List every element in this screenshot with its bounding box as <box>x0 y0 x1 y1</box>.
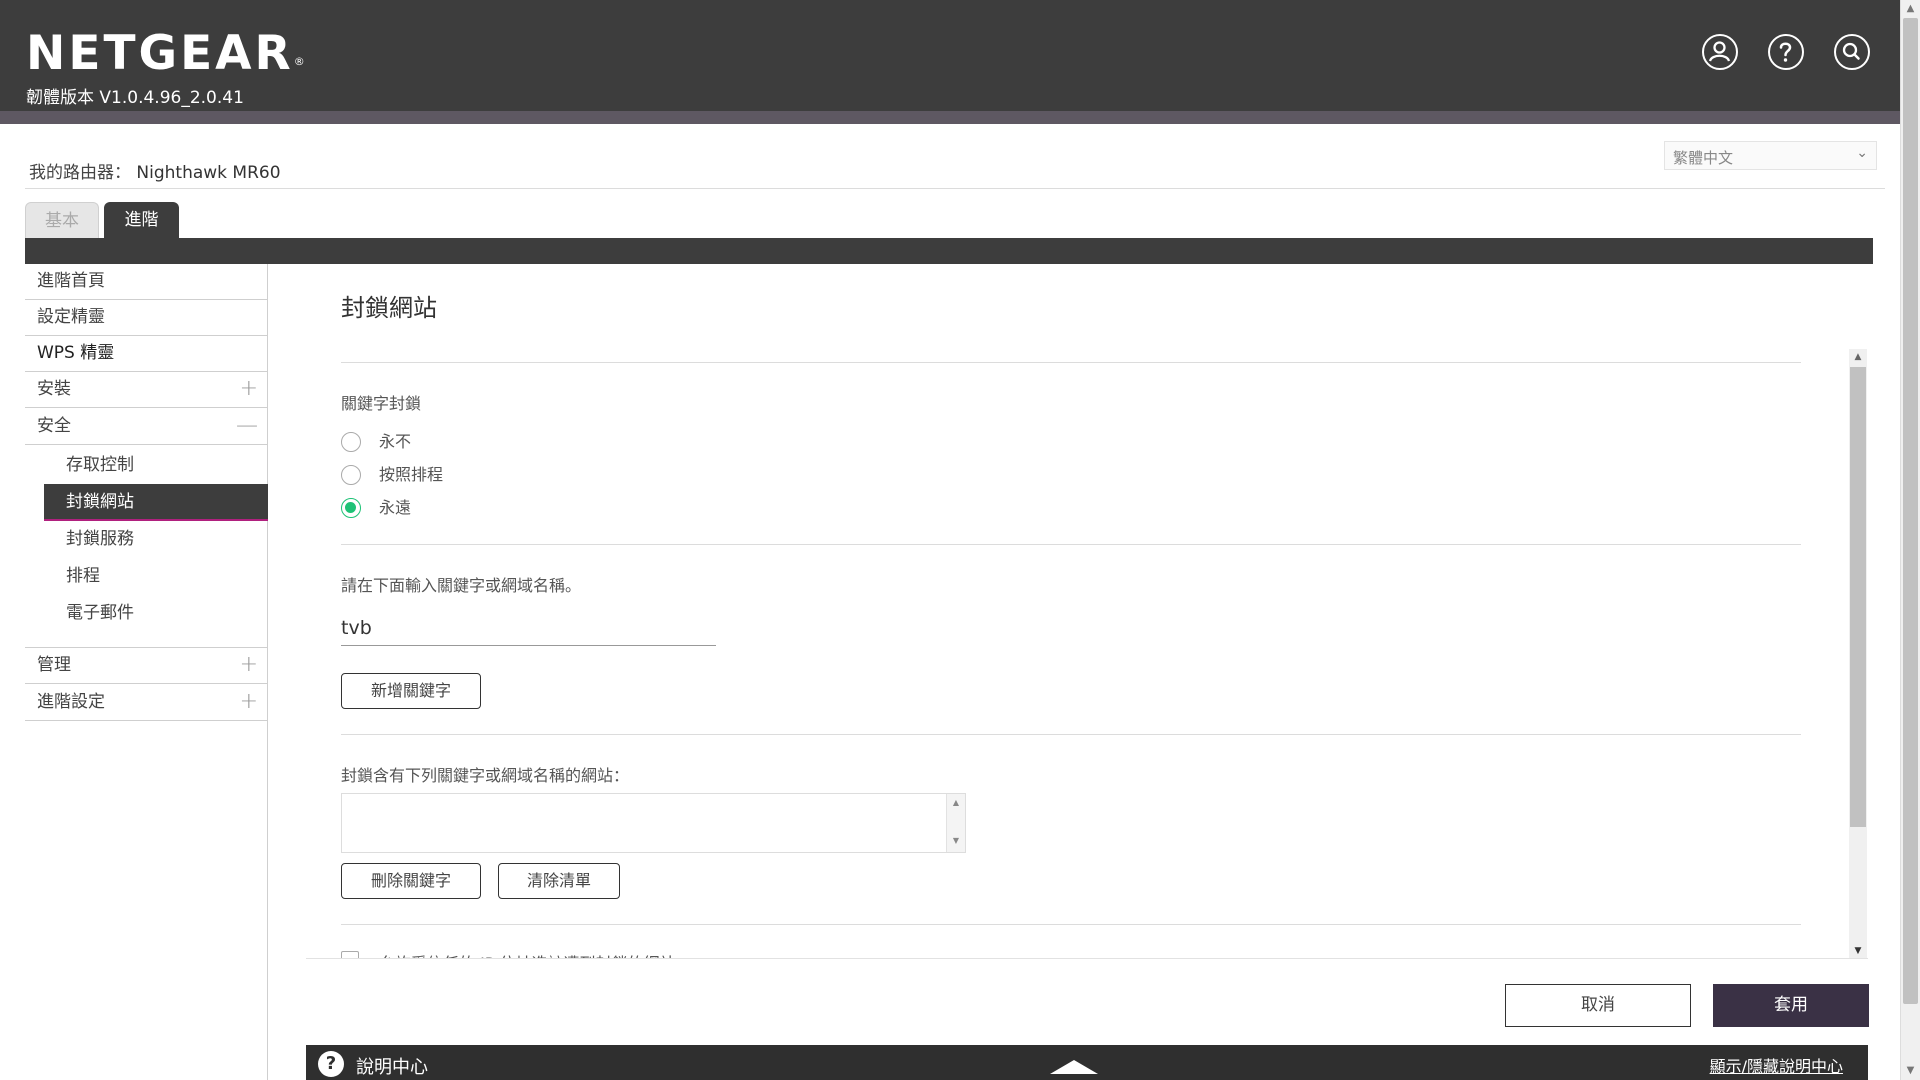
sidebar-item-wps-wizard[interactable]: WPS 精靈 <box>25 336 268 372</box>
trusted-ip-label: 允許受信任的 IP 位址造訪遭到封鎖的網站 <box>379 950 676 958</box>
sidebar-subitem-email[interactable]: 電子郵件 <box>44 595 268 632</box>
scroll-down-arrow-icon[interactable]: ▼ <box>947 836 965 850</box>
content-panel: 關鍵字封鎖 永不 按照排程 永遠 請在下面輸入關鍵字或網域名稱。 新增關鍵字 封… <box>320 350 1868 958</box>
language-selected-value: 繁體中文 <box>1673 149 1734 167</box>
netgear-logo[interactable]: NETGEAR® <box>26 26 305 81</box>
divider <box>306 958 1868 959</box>
sidebar-item-advanced-setup[interactable]: 進階設定 + <box>25 685 268 721</box>
help-center-bar: ? 說明中心 顯示/隱藏說明中心 <box>306 1045 1868 1080</box>
radio-label: 永遠 <box>379 498 412 517</box>
scroll-down-arrow-icon[interactable]: ▼ <box>1901 1062 1920 1080</box>
scroll-up-arrow-icon[interactable]: ▲ <box>947 798 965 812</box>
sidebar-item-label: 進階設定 <box>37 692 105 712</box>
divider <box>341 362 1801 363</box>
content-scrollbar-thumb[interactable] <box>1850 367 1866 827</box>
radio-label: 按照排程 <box>379 465 444 484</box>
expand-icon[interactable]: + <box>240 648 258 682</box>
chevron-down-icon: ⌄ <box>1856 145 1868 161</box>
radio-button[interactable] <box>341 465 361 485</box>
sidebar-item-security[interactable]: 安全 — <box>25 409 268 445</box>
tab-basic[interactable]: 基本 <box>25 202 99 238</box>
sidebar-item-label: 安全 <box>37 416 71 436</box>
sidebar-item-label: 安裝 <box>37 379 71 399</box>
router-name-row: 我的路由器： Nighthawk MR60 <box>29 158 281 183</box>
sidebar-item-label: WPS 精靈 <box>37 343 115 363</box>
keyword-input-prompt: 請在下面輸入關鍵字或網域名稱。 <box>341 576 582 595</box>
clear-list-button[interactable]: 清除清單 <box>498 863 620 899</box>
window-scrollbar[interactable]: ▲ ▼ <box>1900 0 1920 1080</box>
sidebar-item-setup[interactable]: 安裝 + <box>25 372 268 408</box>
sidebar-item-advanced-home[interactable]: 進階首頁 <box>25 264 268 300</box>
sidebar: 進階首頁 設定精靈 WPS 精靈 安裝 + 安全 — 存取控制 封鎖網站 封鎖服務 … <box>25 264 268 1080</box>
divider <box>341 734 1801 735</box>
expand-up-arrow-icon[interactable] <box>1050 1060 1098 1074</box>
collapse-icon[interactable]: — <box>236 409 258 443</box>
search-icon[interactable] <box>1834 34 1870 70</box>
page-title: 封鎖網站 <box>341 294 437 322</box>
radio-button[interactable] <box>341 432 361 452</box>
blocked-list-label: 封鎖含有下列關鍵字或網域名稱的網站： <box>341 766 630 785</box>
help-center-label: 說明中心 <box>356 1057 428 1078</box>
trusted-ip-checkbox[interactable] <box>341 951 359 958</box>
tab-advanced[interactable]: 進階 <box>104 202 179 238</box>
scroll-down-arrow-icon[interactable]: ▼ <box>1849 943 1867 959</box>
scroll-up-arrow-icon[interactable]: ▲ <box>1901 0 1920 18</box>
firmware-version: 韌體版本 V1.0.4.96_2.0.41 <box>26 88 244 108</box>
language-select[interactable]: 繁體中文 ⌄ <box>1664 141 1877 170</box>
divider <box>25 188 1885 189</box>
apply-button[interactable]: 套用 <box>1713 984 1869 1027</box>
add-keyword-button[interactable]: 新增關鍵字 <box>341 673 481 709</box>
sidebar-subitem-access-control[interactable]: 存取控制 <box>44 447 268 484</box>
window-scrollbar-thumb[interactable] <box>1903 18 1918 1004</box>
router-label: 我的路由器： <box>29 163 131 183</box>
expand-icon[interactable]: + <box>240 685 258 719</box>
header-accent-strip <box>0 111 1900 124</box>
help-icon[interactable] <box>1768 34 1804 70</box>
sidebar-item-label: 進階首頁 <box>37 271 105 291</box>
content-scrollbar[interactable]: ▲ ▼ <box>1849 349 1867 959</box>
sidebar-subitem-block-sites[interactable]: 封鎖網站 <box>44 484 268 521</box>
sidebar-item-setup-wizard[interactable]: 設定精靈 <box>25 300 268 336</box>
sidebar-item-management[interactable]: 管理 + <box>25 648 268 684</box>
expand-icon[interactable]: + <box>240 372 258 406</box>
keyword-input[interactable] <box>341 610 716 646</box>
blocked-keywords-list[interactable]: ▲ ▼ <box>341 793 966 853</box>
sidebar-subitem-schedule[interactable]: 排程 <box>44 558 268 595</box>
list-scrollbar[interactable]: ▲ ▼ <box>946 794 965 852</box>
toggle-help-center-link[interactable]: 顯示/隱藏說明中心 <box>1710 1053 1843 1077</box>
trusted-ip-row[interactable]: 允許受信任的 IP 位址造訪遭到封鎖的網站 <box>341 950 941 958</box>
help-circle-icon: ? <box>318 1051 344 1077</box>
sidebar-item-label: 管理 <box>37 655 71 675</box>
delete-keyword-button[interactable]: 刪除關鍵字 <box>341 863 481 899</box>
user-icon[interactable] <box>1702 34 1738 70</box>
radio-button-checked[interactable] <box>341 498 361 518</box>
cancel-button[interactable]: 取消 <box>1505 984 1691 1027</box>
keyword-blocking-label: 關鍵字封鎖 <box>341 394 422 413</box>
top-header: NETGEAR® 韌體版本 V1.0.4.96_2.0.41 <box>0 0 1900 111</box>
divider <box>341 544 1801 545</box>
router-model: Nighthawk MR60 <box>136 163 281 183</box>
scroll-up-arrow-icon[interactable]: ▲ <box>1849 349 1867 365</box>
radio-label: 永不 <box>379 432 412 451</box>
sidebar-subitem-block-services[interactable]: 封鎖服務 <box>44 521 268 558</box>
tab-bar <box>25 238 1873 264</box>
divider <box>341 924 1801 925</box>
sidebar-item-label: 設定精靈 <box>37 307 105 327</box>
